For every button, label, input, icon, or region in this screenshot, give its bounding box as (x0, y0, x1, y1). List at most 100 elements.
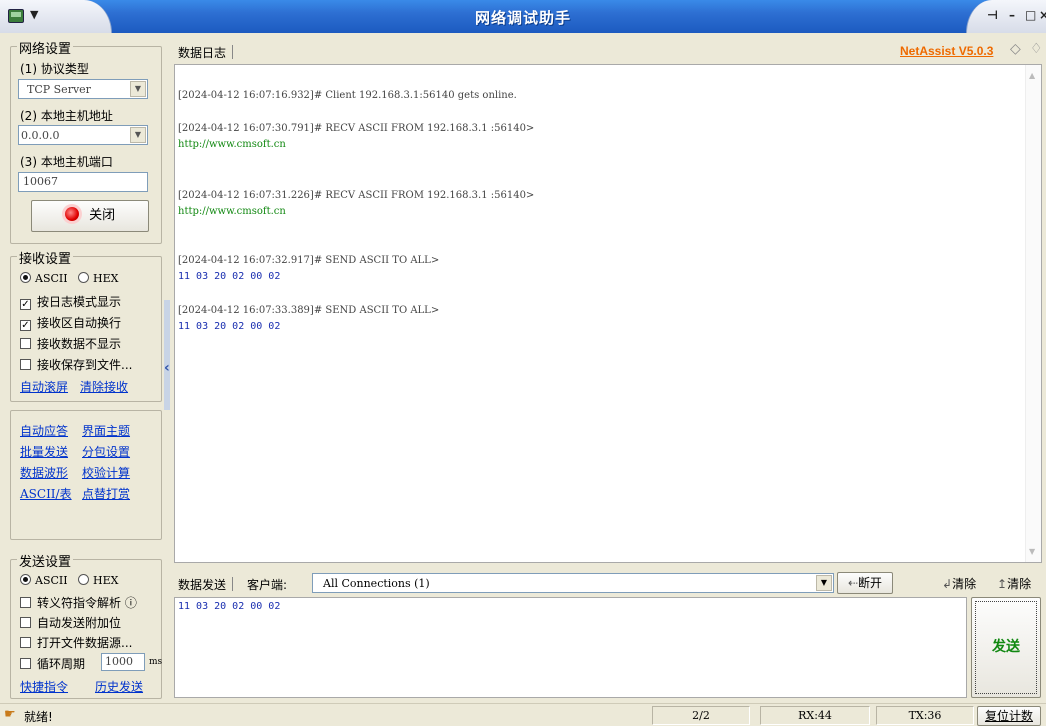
disconnect-button[interactable]: ⇠断开 (837, 572, 893, 594)
group-title: 发送设置 (17, 551, 74, 570)
send-ascii-radio[interactable]: ASCII (20, 574, 68, 587)
reset-count-button[interactable]: 复位计数 (977, 706, 1041, 726)
protocol-value: TCP Server (27, 83, 91, 96)
chevron-down-icon[interactable]: ▼ (130, 81, 146, 97)
theme-link[interactable]: 界面主题 (82, 422, 130, 439)
protocol-select[interactable]: TCP Server ▼ (18, 79, 148, 99)
log-line: 11 03 20 02 00 02 (178, 271, 281, 282)
client-label: 客户端: (247, 578, 288, 592)
log-line: 11 03 20 02 00 02 (178, 321, 281, 332)
radio-icon (20, 574, 31, 585)
log-line: http://www.cmsoft.cn (178, 206, 286, 217)
maximize-icon[interactable]: □ (1025, 8, 1036, 22)
scroll-up-icon[interactable]: ▲ (1029, 71, 1035, 80)
clear-send-button[interactable]: ↲清除 (942, 575, 976, 592)
chevron-down-icon[interactable]: ▼ (816, 575, 832, 591)
period-unit: ms (149, 657, 163, 667)
checkbox-icon: ✓ (20, 299, 31, 310)
send-history-link[interactable]: 历史发送 (95, 678, 143, 695)
receive-log[interactable]: [2024-04-12 16:07:16.932]# Client 192.16… (174, 64, 1042, 563)
clear-up-icon: ↥ (997, 577, 1008, 591)
recv-option-label: 接收数据不显示 (37, 337, 122, 351)
window-title: 网络调试助手 (474, 9, 571, 27)
clear-receive-link[interactable]: 清除接收 (80, 378, 128, 395)
log-line: [2024-04-12 16:07:16.932]# Client 192.16… (178, 90, 517, 101)
disconnect-label: 断开 (858, 576, 883, 590)
recv-ascii-label: ASCII (35, 272, 68, 285)
send-hex-radio[interactable]: HEX (78, 574, 118, 587)
status-ready: 就绪! (24, 710, 53, 724)
close-icon[interactable]: × (1039, 8, 1046, 22)
log-line: [2024-04-12 16:07:33.389]# SEND ASCII TO… (178, 305, 440, 316)
send-option-append[interactable]: 自动发送附加位 (20, 614, 121, 631)
title-bar: ▼ 网络调试助手 ⊣ – □ × (0, 0, 1046, 33)
disconnect-icon: ⇠ (847, 576, 859, 590)
protocol-label: (1) 协议类型 (20, 62, 89, 76)
host-label: (2) 本地主机地址 (20, 109, 113, 123)
checkbox-icon (20, 359, 31, 370)
send-option-label: 打开文件数据源... (37, 636, 133, 650)
connection-select[interactable]: All Connections (1) ▼ (312, 573, 834, 593)
waveform-link[interactable]: 数据波形 (20, 464, 68, 481)
chevron-left-icon[interactable]: ‹ (164, 360, 170, 376)
chevron-down-icon[interactable]: ▼ (130, 127, 146, 143)
tab-data-send-label: 数据发送 (178, 578, 227, 592)
send-option-label: 转义符指令解析 ⓘ (37, 596, 137, 610)
checkbox-icon (20, 637, 31, 648)
connection-value: All Connections (1) (323, 577, 430, 590)
checkbox-icon (20, 597, 31, 608)
checksum-link[interactable]: 校验计算 (82, 464, 130, 481)
recv-option-log-mode[interactable]: ✓ 按日志模式显示 (20, 293, 121, 310)
recv-option-hide-data[interactable]: 接收数据不显示 (20, 335, 121, 352)
group-title: 接收设置 (17, 248, 74, 267)
log-line: http://www.cmsoft.cn (178, 139, 286, 150)
version-link[interactable]: NetAssist V5.0.3 (900, 44, 993, 58)
ascii-table-link[interactable]: ASCII/表 (20, 485, 72, 502)
status-page: 2/2 (652, 706, 750, 725)
panel-splitter[interactable] (164, 300, 170, 410)
minimize-icon[interactable]: – (1009, 8, 1015, 22)
send-option-loop[interactable]: 循环周期 (20, 655, 85, 672)
period-input[interactable]: 1000 (101, 653, 145, 671)
radio-icon (20, 272, 31, 283)
status-tx: TX:36 (876, 706, 974, 725)
pin-icon[interactable]: ⊣ (987, 8, 998, 22)
host-select[interactable]: 0.0.0.0 ▼ (18, 125, 148, 145)
send-option-file-source[interactable]: 打开文件数据源... (20, 634, 132, 651)
tab-data-log[interactable]: 数据日志 (178, 44, 234, 61)
close-connection-button[interactable]: 关闭 (31, 200, 149, 232)
send-option-label: 自动发送附加位 (37, 616, 122, 630)
recv-hex-radio[interactable]: HEX (78, 272, 118, 285)
batch-send-link[interactable]: 批量发送 (20, 443, 68, 460)
log-line: [2024-04-12 16:07:30.791]# RECV ASCII FR… (178, 123, 535, 134)
send-ascii-label: ASCII (35, 574, 68, 587)
send-hex-label: HEX (93, 574, 119, 587)
tab-separator (232, 45, 234, 59)
auto-reply-link[interactable]: 自动应答 (20, 422, 68, 439)
send-option-escape[interactable]: 转义符指令解析 ⓘ (20, 594, 137, 611)
tab-data-send[interactable]: 数据发送 (178, 576, 234, 593)
checkbox-icon (20, 617, 31, 628)
checkbox-icon (20, 658, 31, 669)
donate-link[interactable]: 点替打赏 (82, 485, 130, 502)
group-title: 网络设置 (17, 38, 74, 57)
port-label: (3) 本地主机端口 (20, 155, 113, 169)
clear-history-button[interactable]: ↥清除 (997, 575, 1031, 592)
log-scrollbar[interactable]: ▲ ▼ (1025, 65, 1041, 562)
shortcut-commands-link[interactable]: 快捷指令 (20, 678, 68, 695)
status-rx: RX:44 (760, 706, 870, 725)
port-input[interactable]: 10067 (18, 172, 148, 192)
send-button[interactable]: 发送 (971, 597, 1041, 698)
recv-option-auto-wrap[interactable]: ✓ 接收区自动换行 (20, 314, 121, 331)
clear-arrow-icon: ↲ (942, 577, 953, 591)
auto-scroll-link[interactable]: 自动滚屏 (20, 378, 68, 395)
packet-settings-link[interactable]: 分包设置 (82, 443, 130, 460)
send-input[interactable]: 11 03 20 02 00 02 (174, 597, 967, 698)
log-line: [2024-04-12 16:07:31.226]# RECV ASCII FR… (178, 190, 535, 201)
recv-ascii-radio[interactable]: ASCII (20, 272, 68, 285)
gem-icon[interactable]: ◇ (1010, 41, 1021, 57)
bell-icon[interactable]: ♢ (1030, 41, 1043, 57)
host-value: 0.0.0.0 (21, 129, 60, 142)
recv-option-save-file[interactable]: 接收保存到文件... (20, 356, 132, 373)
scroll-down-icon[interactable]: ▼ (1029, 547, 1035, 556)
